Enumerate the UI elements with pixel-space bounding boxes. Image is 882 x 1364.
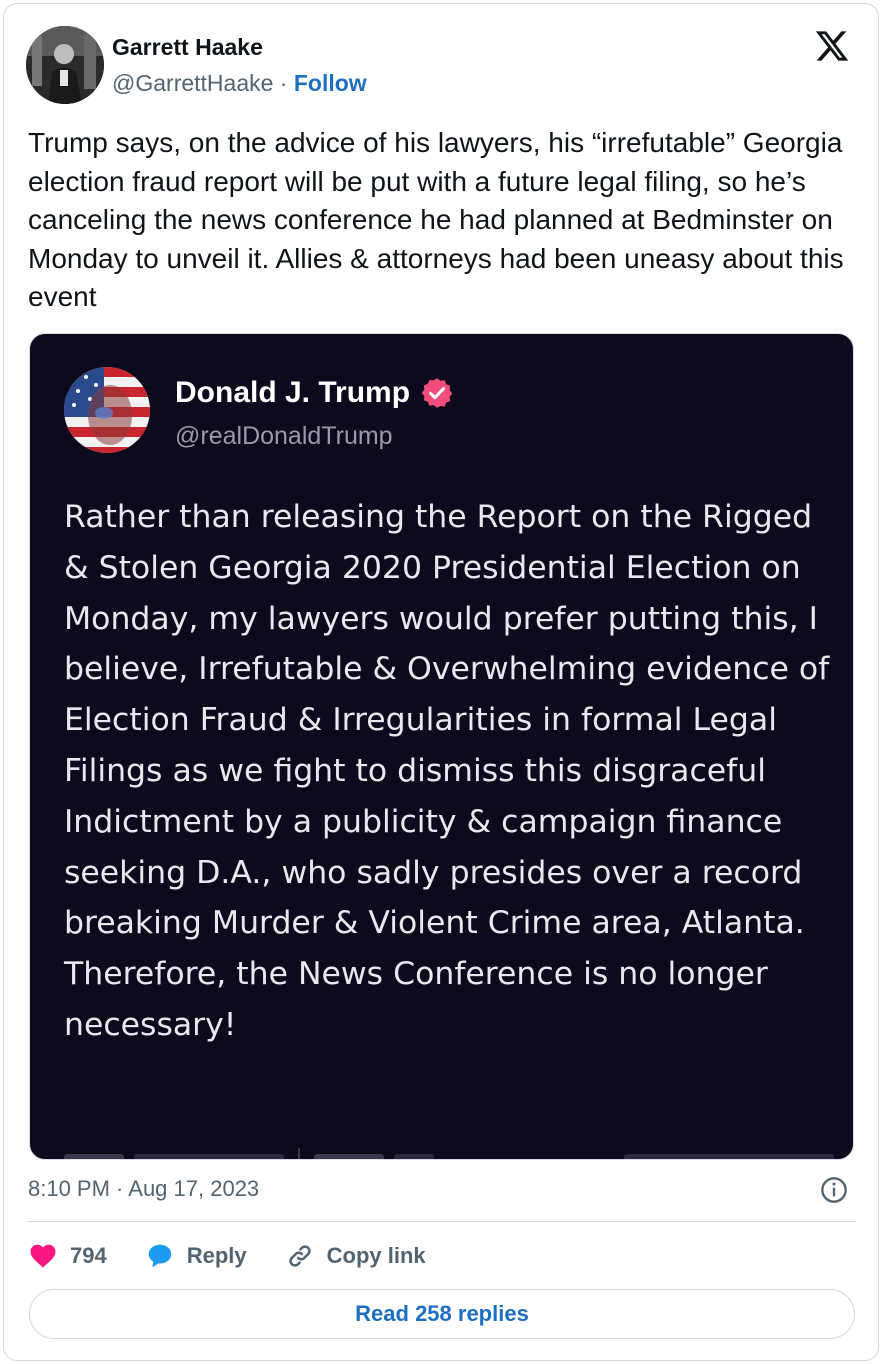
- embed-author-name-text: Donald J. Trump: [175, 376, 411, 409]
- embed-author-name: Donald J. Trump: [175, 376, 454, 410]
- link-icon: [288, 1245, 311, 1267]
- divider: [28, 1221, 856, 1222]
- reply-label: Reply: [186, 1243, 247, 1268]
- info-icon[interactable]: [820, 1176, 848, 1204]
- embed-avatar: [64, 367, 150, 453]
- like-count: 794: [70, 1243, 107, 1268]
- author-name[interactable]: Garrett Haake: [112, 34, 263, 61]
- copy-link-label: Copy link: [326, 1243, 426, 1268]
- author-handle[interactable]: @GarrettHaake: [112, 70, 273, 96]
- x-logo-icon[interactable]: [814, 28, 850, 64]
- verified-badge-icon: [421, 378, 453, 408]
- embedded-post-image[interactable]: Donald J. Trump @realDonaldTrump Rather …: [29, 333, 854, 1160]
- action-bar: 794 Reply Copy link: [28, 1238, 464, 1274]
- author-meta: @GarrettHaake · Follow: [112, 70, 367, 97]
- like-button[interactable]: 794: [28, 1241, 107, 1271]
- follow-button[interactable]: Follow: [294, 70, 367, 96]
- embed-author-handle: @realDonaldTrump: [175, 422, 393, 450]
- author-avatar[interactable]: [26, 26, 104, 104]
- tweet-text: Trump says, on the advice of his lawyers…: [28, 127, 844, 312]
- cropped-stats-row: [64, 1148, 834, 1159]
- tweet-card: Garrett Haake @GarrettHaake · Follow Tru…: [3, 3, 879, 1361]
- embed-post-text: Rather than releasing the Report on the …: [64, 499, 830, 1043]
- read-replies-button[interactable]: Read 258 replies: [29, 1289, 855, 1339]
- tweet-timestamp[interactable]: 8:10 PM · Aug 17, 2023: [28, 1176, 259, 1202]
- meta-separator: ·: [279, 70, 288, 96]
- reply-button[interactable]: Reply: [145, 1241, 247, 1271]
- reply-bubble-icon: [148, 1244, 171, 1268]
- copy-link-button[interactable]: Copy link: [285, 1241, 426, 1271]
- heart-icon: [30, 1244, 56, 1268]
- embed-cutoff-stats: [64, 1144, 834, 1159]
